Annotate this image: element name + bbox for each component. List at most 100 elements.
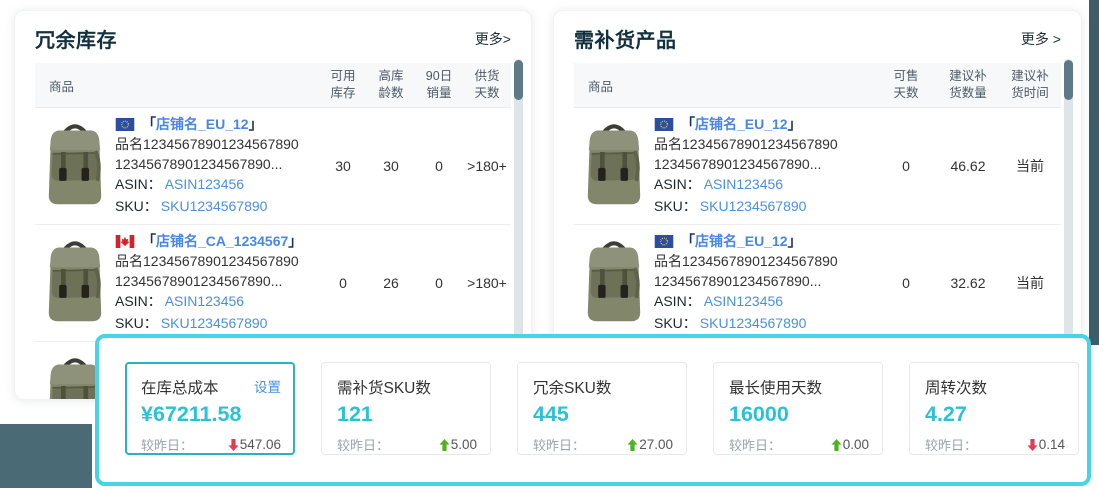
- compare-label: 较昨日：: [141, 438, 194, 453]
- sku-link[interactable]: SKU1234567890: [161, 315, 268, 331]
- decor-corner-block: [0, 424, 92, 488]
- supply-days-cell: >180+: [467, 158, 507, 174]
- settings-link[interactable]: 设置: [254, 376, 281, 396]
- sellable-days-cell: 0: [902, 158, 910, 174]
- compare-label: 较昨日：: [533, 438, 586, 453]
- panel-title: 需补货产品: [574, 30, 677, 52]
- sku-label: SKU：: [115, 315, 158, 332]
- asin-label: ASIN：: [115, 176, 162, 193]
- available-stock-cell: 0: [339, 275, 347, 291]
- column-header-product: 商品: [588, 79, 614, 94]
- stat-card-total-cost[interactable]: 在库总成本 设置 ¥67211.58 较昨日： 547.06: [125, 362, 295, 455]
- table-row: 「店铺名_CA_1234567」 品名12345678901234567890 1…: [35, 225, 511, 342]
- product-image: [47, 238, 103, 328]
- stat-value: ¥67211.58: [141, 402, 242, 426]
- compare-label: 较昨日：: [729, 438, 782, 453]
- delta-value: 547.06: [239, 437, 281, 452]
- store-name-link[interactable]: 店铺名_EU_12: [695, 114, 788, 134]
- asin-link[interactable]: ASIN123456: [704, 293, 783, 309]
- stat-card-redundant-sku[interactable]: 冗余SKU数 445 较昨日： 27.00: [517, 362, 687, 455]
- compare-label: 较昨日：: [925, 438, 978, 453]
- stat-value: 16000: [729, 402, 789, 426]
- eu-flag-icon: [115, 118, 135, 131]
- product-name: 品名12345678901234567890 123456789012345678…: [654, 253, 838, 289]
- sales-90d-cell: 0: [435, 275, 443, 291]
- column-header-90day-sales: 90日 销量: [425, 69, 453, 100]
- product-name: 品名12345678901234567890 123456789012345678…: [115, 253, 299, 289]
- sku-link[interactable]: SKU1234567890: [700, 198, 807, 214]
- stat-title: 需补货SKU数: [337, 380, 431, 397]
- asin-link[interactable]: ASIN123456: [165, 176, 244, 192]
- sku-label: SKU：: [115, 198, 158, 215]
- product-image: [586, 121, 642, 211]
- eu-flag-icon: [654, 118, 674, 131]
- product-name: 品名12345678901234567890 123456789012345678…: [654, 136, 838, 172]
- store-name-link[interactable]: 店铺名_EU_12: [156, 114, 249, 134]
- restock-products-table: 商品 可售 天数 建议补 货数量 建议补 货时间 「店铺名_EU_12 」 品名…: [574, 63, 1061, 342]
- column-header-aged-stock: 高库 龄数: [378, 69, 404, 100]
- scrollbar[interactable]: [514, 59, 523, 347]
- asin-link[interactable]: ASIN123456: [165, 293, 244, 309]
- scrollbar-thumb[interactable]: [1064, 60, 1073, 100]
- column-header-suggested-qty: 建议补 货数量: [949, 69, 987, 100]
- column-header-product: 商品: [49, 79, 75, 94]
- suggested-time-cell: 当前: [1016, 275, 1044, 291]
- summary-stats-bar: 在库总成本 设置 ¥67211.58 较昨日： 547.06 需补货SKU数 1…: [95, 334, 1091, 486]
- sku-label: SKU：: [654, 315, 697, 332]
- stat-title: 最长使用天数: [729, 380, 823, 397]
- product-name: 品名12345678901234567890 123456789012345678…: [115, 136, 299, 172]
- delta-value: 5.00: [450, 437, 477, 452]
- store-name-link[interactable]: 店铺名_EU_12: [695, 231, 788, 251]
- stat-card-restock-sku[interactable]: 需补货SKU数 121 较昨日： 5.00: [321, 362, 491, 455]
- table-row: 「店铺名_EU_12」 品名12345678901234567890 123456…: [35, 108, 511, 225]
- table-header: 商品 可售 天数 建议补 货数量 建议补 货时间: [574, 63, 1061, 108]
- trend-down-icon: [1027, 439, 1038, 451]
- asin-label: ASIN：: [654, 176, 701, 193]
- delta-value: 27.00: [639, 437, 673, 452]
- sku-link[interactable]: SKU1234567890: [161, 198, 268, 214]
- asin-label: ASIN：: [115, 293, 162, 310]
- sku-label: SKU：: [654, 198, 697, 215]
- scrollbar[interactable]: [1064, 59, 1073, 347]
- column-header-sellable-days: 可售 天数: [893, 69, 919, 100]
- stat-title: 周转次数: [925, 380, 988, 397]
- aged-stock-cell: 30: [383, 158, 399, 174]
- available-stock-cell: 30: [335, 158, 351, 174]
- stat-value: 4.27: [925, 402, 967, 426]
- column-header-available-stock: 可用 库存: [330, 69, 356, 100]
- more-link[interactable]: 更多 >: [1021, 29, 1061, 49]
- supply-days-cell: >180+: [467, 275, 507, 291]
- more-link[interactable]: 更多>: [475, 29, 511, 49]
- stat-title: 在库总成本: [141, 380, 219, 397]
- ca-flag-icon: [115, 235, 135, 248]
- suggested-qty-cell: 32.62: [950, 275, 986, 291]
- column-header-suggested-time: 建议补 货时间: [1011, 69, 1049, 100]
- product-image: [586, 238, 642, 328]
- stat-card-max-usage-days[interactable]: 最长使用天数 16000 较昨日： 0.00: [713, 362, 883, 455]
- sales-90d-cell: 0: [435, 158, 443, 174]
- aged-stock-cell: 26: [383, 275, 399, 291]
- sku-link[interactable]: SKU1234567890: [700, 315, 807, 331]
- product-image: [47, 121, 103, 211]
- table-row: 「店铺名_EU_12」 品名12345678901234567890 123456…: [574, 225, 1061, 342]
- compare-label: 较昨日：: [337, 438, 390, 453]
- suggested-time-cell: 当前: [1016, 158, 1044, 174]
- table-header: 商品 可用 库存 高库 龄数 90日 销量 供货 天数: [35, 63, 511, 108]
- asin-label: ASIN：: [654, 293, 701, 310]
- stat-title: 冗余SKU数: [533, 380, 612, 397]
- trend-up-icon: [831, 439, 842, 451]
- stat-value: 121: [337, 402, 373, 426]
- trend-up-icon: [627, 439, 638, 451]
- panel-title: 冗余库存: [35, 30, 117, 52]
- dashboard-viewport: 冗余库存 更多> 商品 可用 库存 高库 龄数 90日 销量 供货 天数 「 店…: [0, 0, 1099, 488]
- eu-flag-icon: [654, 235, 674, 248]
- scrollbar-thumb[interactable]: [514, 60, 523, 100]
- trend-down-icon: [228, 439, 239, 451]
- asin-link[interactable]: ASIN123456: [704, 176, 783, 192]
- store-name-link[interactable]: 店铺名_CA_1234567: [156, 231, 288, 251]
- stat-card-turnover[interactable]: 周转次数 4.27 较昨日： 0.14: [909, 362, 1079, 455]
- table-row: 「店铺名_EU_12」 品名12345678901234567890 123456…: [574, 108, 1061, 225]
- delta-value: 0.00: [842, 437, 869, 452]
- sellable-days-cell: 0: [902, 275, 910, 291]
- delta-value: 0.14: [1038, 437, 1065, 452]
